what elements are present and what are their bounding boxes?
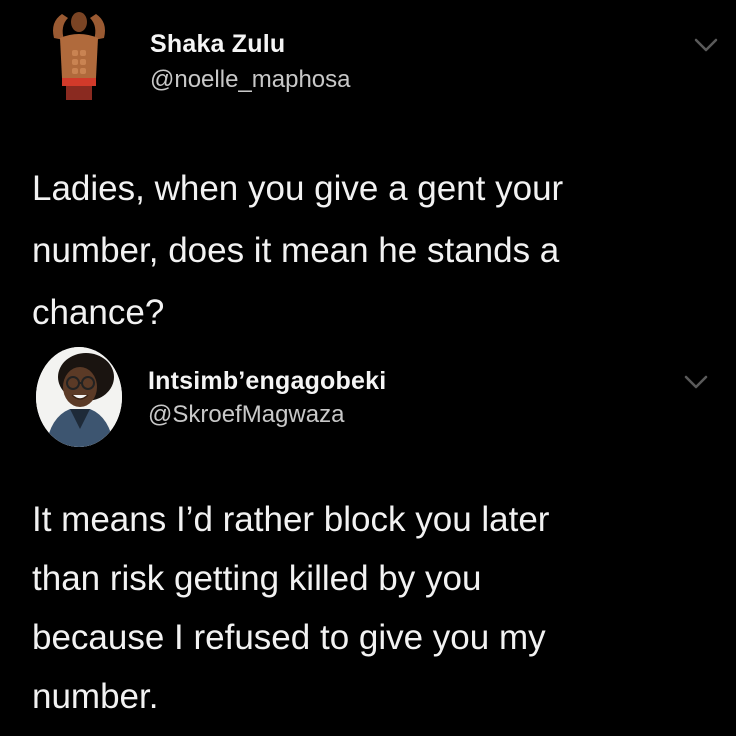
- user-handle[interactable]: @noelle_maphosa: [150, 66, 351, 94]
- tweet: Shaka Zulu @noelle_maphosa Ladies, when …: [0, 0, 736, 345]
- tweet-text: It means I’d rather block you later than…: [32, 500, 550, 716]
- shirtless-man-avatar: [40, 8, 118, 112]
- tweet: Intsimb’engagobeki @SkroefMagwaza It mea…: [0, 345, 736, 736]
- chevron-down-icon[interactable]: [694, 38, 718, 52]
- chevron-down-icon[interactable]: [684, 375, 708, 389]
- profile-avatar[interactable]: [36, 347, 122, 447]
- profile-avatar[interactable]: [40, 8, 118, 112]
- smiling-woman-avatar: [36, 347, 122, 447]
- display-name[interactable]: Shaka Zulu: [150, 30, 285, 59]
- display-name[interactable]: Intsimb’engagobeki: [148, 367, 386, 396]
- user-handle[interactable]: @SkroefMagwaza: [148, 401, 344, 429]
- tweet-text: Ladies, when you give a gent your number…: [32, 169, 564, 332]
